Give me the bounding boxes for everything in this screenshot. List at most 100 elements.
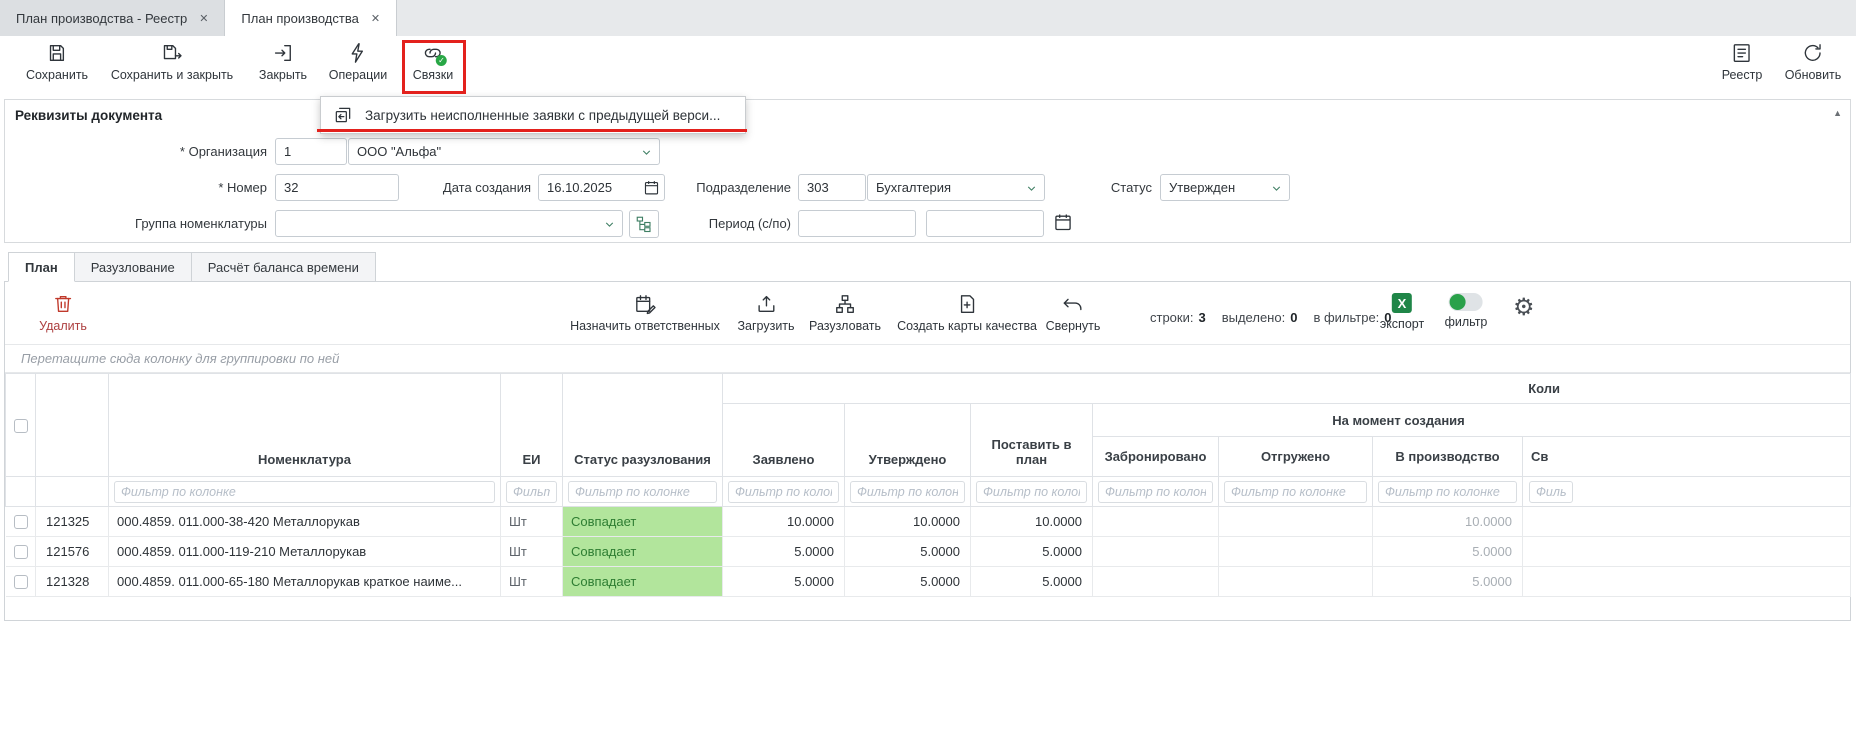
close-tab-icon[interactable]: ✕ — [371, 12, 380, 25]
filter-nomenclature-input[interactable] — [114, 481, 495, 503]
hierarchy-icon — [834, 293, 856, 315]
trash-icon — [52, 293, 74, 315]
filter-toggle[interactable]: фильтр — [1445, 293, 1488, 329]
col-approved[interactable]: Утверждено — [845, 404, 971, 477]
check-badge-icon: ✓ — [436, 55, 447, 66]
tree-select-button[interactable] — [629, 210, 659, 238]
lightning-icon — [347, 42, 369, 64]
view-tabs: План Разузлование Расчёт баланса времени — [8, 252, 376, 282]
plan-grid-panel: Удалить Назначить ответственных Загрузит… — [4, 281, 1851, 621]
save-button[interactable]: Сохранить — [26, 42, 88, 82]
created-date-input[interactable] — [538, 174, 665, 201]
window-tab-plan[interactable]: План производства ✕ — [225, 0, 397, 36]
table-row[interactable]: 121325 000.4859. 011.000-38-420 Металлор… — [6, 507, 1851, 537]
row-put-in-plan: 5.0000 — [971, 537, 1093, 567]
filter-status-input[interactable] — [568, 481, 717, 503]
department-value: Бухгалтерия — [876, 180, 951, 195]
organization-value: ООО "Альфа" — [357, 144, 441, 159]
links-dropdown-menu-item[interactable]: Загрузить неисполненные заявки с предыду… — [320, 96, 746, 134]
window-tab-label: План производства - Реестр — [16, 11, 187, 26]
operations-button[interactable]: Операции — [329, 42, 387, 82]
chevron-down-icon — [640, 146, 653, 159]
undo-arrow-icon — [1062, 293, 1084, 315]
load-previous-icon — [333, 105, 353, 125]
row-shipped — [1219, 507, 1373, 537]
row-put-in-plan: 10.0000 — [971, 507, 1093, 537]
col-put-in-plan[interactable]: Поставить в план — [971, 404, 1093, 477]
load-button[interactable]: Загрузить — [737, 293, 794, 333]
filter-put-in-plan-input[interactable] — [976, 481, 1087, 503]
delete-button[interactable]: Удалить — [39, 293, 87, 333]
filter-declared-input[interactable] — [728, 481, 839, 503]
number-input[interactable] — [275, 174, 399, 201]
explode-button[interactable]: Разузловать — [809, 293, 881, 333]
period-from-input[interactable] — [798, 210, 916, 237]
table-row[interactable]: 121576 000.4859. 011.000-119-210 Металло… — [6, 537, 1851, 567]
assign-responsible-button[interactable]: Назначить ответственных — [570, 293, 720, 333]
selected-count-value: 0 — [1290, 310, 1297, 325]
status-select[interactable]: Утвержден — [1160, 174, 1290, 201]
menu-item-label: Загрузить неисполненные заявки с предыду… — [365, 108, 720, 123]
create-quality-cards-button[interactable]: Создать карты качества — [897, 293, 1037, 333]
registry-card-icon — [1731, 42, 1753, 64]
filter-truncated-input[interactable] — [1529, 481, 1573, 503]
nomenclature-group-label: Группа номенклатуры — [5, 210, 267, 237]
col-declared[interactable]: Заявлено — [723, 404, 845, 477]
filter-shipped-input[interactable] — [1224, 481, 1367, 503]
row-truncated — [1523, 537, 1851, 567]
period-to-input[interactable] — [926, 210, 1044, 237]
window-tab-registry[interactable]: План производства - Реестр ✕ — [0, 0, 225, 36]
refresh-button[interactable]: Обновить — [1785, 42, 1842, 82]
toggle-icon — [1449, 293, 1483, 311]
save-and-close-button[interactable]: Сохранить и закрыть — [111, 42, 233, 82]
grouping-drop-zone[interactable]: Перетащите сюда колонку для группировки … — [5, 344, 1850, 373]
period-label: Период (с/по) — [693, 210, 791, 237]
filter-reserved-input[interactable] — [1098, 481, 1213, 503]
row-declared: 5.0000 — [723, 567, 845, 597]
collapse-section-icon[interactable]: ▲ — [1833, 108, 1842, 118]
filter-unit-input[interactable] — [506, 481, 557, 503]
number-label: * Номер — [5, 174, 267, 201]
row-checkbox[interactable] — [14, 515, 28, 529]
col-in-production[interactable]: В производство — [1373, 437, 1523, 477]
col-shipped[interactable]: Отгружено — [1219, 437, 1373, 477]
col-unit[interactable]: ЕИ — [501, 374, 563, 477]
department-select[interactable]: Бухгалтерия — [867, 174, 1045, 201]
created-date-label: Дата создания — [425, 174, 531, 201]
tree-icon — [635, 215, 653, 233]
department-code-input[interactable] — [798, 174, 866, 201]
links-button[interactable]: ✓ Связки — [413, 42, 453, 82]
col-reserved[interactable]: Забронировано — [1093, 437, 1219, 477]
collapse-button[interactable]: Свернуть — [1046, 293, 1101, 333]
col-explode-status[interactable]: Статус разузлования — [563, 374, 723, 477]
tab-plan[interactable]: План — [8, 252, 75, 282]
department-label: Подразделение — [693, 174, 791, 201]
row-checkbox[interactable] — [14, 575, 28, 589]
status-value: Утвержден — [1169, 180, 1235, 195]
tab-time-balance[interactable]: Расчёт баланса времени — [191, 252, 376, 282]
col-truncated[interactable]: Св — [1523, 437, 1851, 477]
filter-approved-input[interactable] — [850, 481, 965, 503]
select-all-checkbox[interactable] — [14, 419, 28, 433]
filter-in-production-input[interactable] — [1378, 481, 1517, 503]
period-calendar-button[interactable] — [1053, 212, 1077, 236]
organization-select[interactable]: ООО "Альфа" — [348, 138, 660, 165]
registry-button[interactable]: Реестр — [1722, 42, 1763, 82]
row-truncated — [1523, 567, 1851, 597]
organization-label: * Организация — [5, 138, 267, 165]
close-tab-icon[interactable]: ✕ — [199, 12, 208, 25]
table-row[interactable]: 121328 000.4859. 011.000-65-180 Металлор… — [6, 567, 1851, 597]
excel-icon: X — [1392, 293, 1412, 313]
row-approved: 5.0000 — [845, 537, 971, 567]
row-nomenclature: 000.4859. 011.000-119-210 Металлорукав — [109, 537, 501, 567]
nomenclature-group-select[interactable] — [275, 210, 623, 237]
close-button[interactable]: Закрыть — [259, 42, 307, 82]
tab-explosion[interactable]: Разузлование — [74, 252, 192, 282]
export-excel-button[interactable]: X экспорт — [1380, 293, 1424, 331]
settings-gear-icon[interactable]: ⚙ — [1513, 296, 1535, 320]
status-badge: Совпадает — [563, 537, 723, 567]
row-declared: 5.0000 — [723, 537, 845, 567]
row-checkbox[interactable] — [14, 545, 28, 559]
col-nomenclature[interactable]: Номенклатура — [109, 374, 501, 477]
organization-code-input[interactable] — [275, 138, 347, 165]
